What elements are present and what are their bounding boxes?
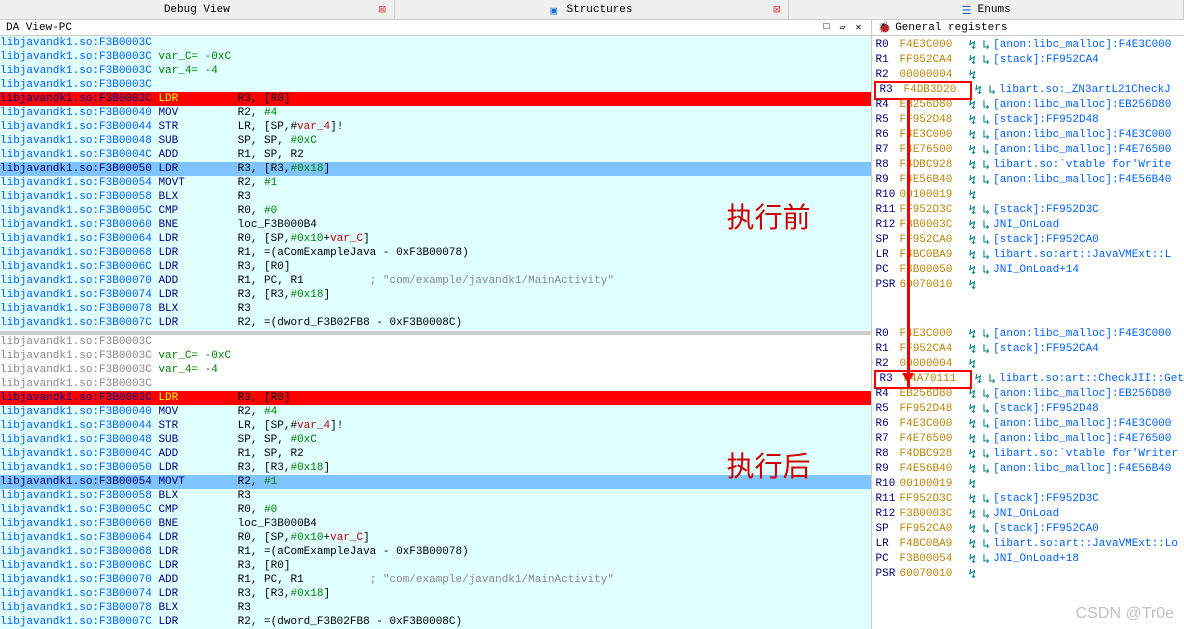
registers-before[interactable]: R0F4E3C000↯↳[anon:libc_malloc]:F4E3C000R… (872, 36, 1184, 295)
close-icon[interactable]: ✕ (853, 22, 865, 34)
structures-icon: ▣ (551, 4, 563, 16)
register-row[interactable]: R5FF952D48↯↳[stack]:FF952D48 (872, 113, 1184, 128)
tab-label: Enums (978, 4, 1011, 16)
registers-title: General registers (895, 22, 1007, 34)
register-row[interactable]: PCF3B00050↯↳JNI_OnLoad+14 (872, 263, 1184, 278)
tab-label: Structures (567, 4, 633, 16)
code-line[interactable]: libjavandk1.so:F3B00060 BNE loc_F3B000B4 (0, 517, 871, 531)
code-line[interactable]: libjavandk1.so:F3B0007C LDR R2, =(dword_… (0, 615, 871, 629)
panel-header: DA View-PC □ ▱ ✕ (0, 20, 871, 36)
code-line[interactable]: libjavandk1.so:F3B0006C LDR R3, [R0] (0, 260, 871, 274)
code-view-after[interactable]: 执行后 libjavandk1.so:F3B0003Clibjavandk1.s… (0, 335, 871, 629)
code-line[interactable]: libjavandk1.so:F3B00070 ADD R1, PC, R1 ;… (0, 573, 871, 587)
code-line[interactable]: libjavandk1.so:F3B00050 LDR R3, [R3,#0x1… (0, 162, 871, 176)
code-line[interactable]: libjavandk1.so:F3B0003C LDR R3, [R0] (0, 92, 871, 106)
register-row[interactable]: R6F4E3C000↯↳[anon:libc_malloc]:F4E3C000 (872, 417, 1184, 432)
code-line[interactable]: libjavandk1.so:F3B0003C (0, 36, 871, 50)
register-row[interactable]: PCF3B00054↯↳JNI_OnLoad+18 (872, 552, 1184, 567)
tab-enums[interactable]: ☰ Enums (789, 0, 1184, 19)
register-row[interactable]: R7F4E76500↯↳[anon:libc_malloc]:F4E76500 (872, 432, 1184, 447)
register-row[interactable]: R0F4E3C000↯↳[anon:libc_malloc]:F4E3C000 (872, 327, 1184, 342)
code-line[interactable]: libjavandk1.so:F3B00040 MOV R2, #4 (0, 106, 871, 120)
register-row[interactable]: R1000100019↯ (872, 188, 1184, 203)
code-line[interactable]: libjavandk1.so:F3B0003C var_4= -4 (0, 363, 871, 377)
code-line[interactable]: libjavandk1.so:F3B0003C var_4= -4 (0, 64, 871, 78)
code-line[interactable]: libjavandk1.so:F3B0006C LDR R3, [R0] (0, 559, 871, 573)
registers-header: 🐞 General registers (872, 20, 1184, 36)
register-row[interactable]: R9F4E56B40↯↳[anon:libc_malloc]:F4E56B40 (872, 173, 1184, 188)
minimize-icon[interactable]: □ (821, 22, 833, 34)
register-row[interactable]: R6F4E3C000↯↳[anon:libc_malloc]:F4E3C000 (872, 128, 1184, 143)
code-line[interactable]: libjavandk1.so:F3B00070 ADD R1, PC, R1 ;… (0, 274, 871, 288)
annotation-after: 执行后 (726, 445, 810, 485)
register-row[interactable]: R9F4E56B40↯↳[anon:libc_malloc]:F4E56B40 (872, 462, 1184, 477)
restore-icon[interactable]: ▱ (837, 22, 849, 34)
code-line[interactable]: libjavandk1.so:F3B0005C CMP R0, #0 (0, 503, 871, 517)
code-line[interactable]: libjavandk1.so:F3B00044 STR LR, [SP,#var… (0, 120, 871, 134)
code-line[interactable]: libjavandk1.so:F3B00054 MOVT R2, #1 (0, 176, 871, 190)
register-row[interactable]: PSR60070010↯ (872, 567, 1184, 582)
code-line[interactable]: libjavandk1.so:F3B00064 LDR R0, [SP,#0x1… (0, 531, 871, 545)
register-row[interactable]: SPFF952CA0↯↳[stack]:FF952CA0 (872, 522, 1184, 537)
code-line[interactable]: libjavandk1.so:F3B0003C LDR R3, [R0] (0, 391, 871, 405)
arrow-annotation (907, 100, 910, 388)
register-row[interactable]: R0F4E3C000↯↳[anon:libc_malloc]:F4E3C000 (872, 38, 1184, 53)
register-row[interactable]: LRF4BC0BA9↯↳libart.so:art::JavaVMExt::L (872, 248, 1184, 263)
register-row[interactable]: R7F4E76500↯↳[anon:libc_malloc]:F4E76500 (872, 143, 1184, 158)
register-row[interactable]: R1FF952CA4↯↳[stack]:FF952CA4 (872, 53, 1184, 68)
code-line[interactable]: libjavandk1.so:F3B00068 LDR R1, =(aComEx… (0, 545, 871, 559)
watermark: CSDN @Tr0e (1076, 605, 1174, 623)
enums-icon: ☰ (962, 4, 974, 16)
tab-label: Debug View (164, 4, 230, 16)
code-line[interactable]: libjavandk1.so:F3B00040 MOV R2, #4 (0, 405, 871, 419)
code-line[interactable]: libjavandk1.so:F3B0007C LDR R2, =(dword_… (0, 316, 871, 330)
tab-debug-view[interactable]: Debug View ⊠ (0, 0, 395, 19)
register-row[interactable]: R3F4A70111↯↳libart.so:art::CheckJII::Get (872, 372, 1184, 387)
code-line[interactable]: libjavandk1.so:F3B0004C ADD R1, SP, R2 (0, 148, 871, 162)
code-line[interactable]: libjavandk1.so:F3B0003C var_C= -0xC (0, 50, 871, 64)
panel-title: DA View-PC (6, 22, 72, 34)
register-row[interactable]: R12F3B0003C↯↳JNI_OnLoad (872, 507, 1184, 522)
register-row[interactable]: R1FF952CA4↯↳[stack]:FF952CA4 (872, 342, 1184, 357)
code-line[interactable]: libjavandk1.so:F3B0003C (0, 377, 871, 391)
register-row[interactable]: R1000100019↯ (872, 477, 1184, 492)
register-row[interactable]: R8F4DBC928↯↳libart.so:`vtable for'Writer (872, 447, 1184, 462)
code-line[interactable]: libjavandk1.so:F3B00044 STR LR, [SP,#var… (0, 419, 871, 433)
register-row[interactable]: R4EB256D80↯↳[anon:libc_malloc]:EB256D80 (872, 98, 1184, 113)
code-line[interactable]: libjavandk1.so:F3B0003C (0, 335, 871, 349)
register-row[interactable]: R11FF952D3C↯↳[stack]:FF952D3C (872, 203, 1184, 218)
register-row[interactable]: LRF4BC0BA9↯↳libart.so:art::JavaVMExt::Lo (872, 537, 1184, 552)
code-line[interactable]: libjavandk1.so:F3B00078 BLX R3 (0, 302, 871, 316)
registers-after[interactable]: R0F4E3C000↯↳[anon:libc_malloc]:F4E3C000R… (872, 325, 1184, 584)
registers-panel: 🐞 General registers R0F4E3C000↯↳[anon:li… (872, 20, 1184, 629)
code-line[interactable]: libjavandk1.so:F3B00074 LDR R3, [R3,#0x1… (0, 587, 871, 601)
register-row[interactable]: R4EB256D80↯↳[anon:libc_malloc]:EB256D80 (872, 387, 1184, 402)
close-icon[interactable]: ⊠ (378, 2, 385, 17)
close-icon[interactable]: ⊠ (773, 2, 780, 17)
code-line[interactable]: libjavandk1.so:F3B00068 LDR R1, =(aComEx… (0, 246, 871, 260)
code-line[interactable]: libjavandk1.so:F3B00048 SUB SP, SP, #0xC (0, 134, 871, 148)
register-row[interactable]: R5FF952D48↯↳[stack]:FF952D48 (872, 402, 1184, 417)
register-row[interactable]: R8F4DBC928↯↳libart.so:`vtable for'Write (872, 158, 1184, 173)
register-row[interactable]: SPFF952CA0↯↳[stack]:FF952CA0 (872, 233, 1184, 248)
code-line[interactable]: libjavandk1.so:F3B00074 LDR R3, [R3,#0x1… (0, 288, 871, 302)
code-line[interactable]: libjavandk1.so:F3B0003C (0, 78, 871, 92)
bug-icon: 🐞 (878, 21, 892, 35)
code-view-before[interactable]: 执行前 libjavandk1.so:F3B0003Clibjavandk1.s… (0, 36, 871, 331)
tab-structures[interactable]: ▣ Structures ⊠ (395, 0, 790, 19)
register-row[interactable]: R3F4DB3D20↯↳libart.so:_ZN3artL21CheckJ (872, 83, 1184, 98)
register-row[interactable]: R11FF952D3C↯↳[stack]:FF952D3C (872, 492, 1184, 507)
top-tabs: Debug View ⊠ ▣ Structures ⊠ ☰ Enums (0, 0, 1184, 20)
register-row[interactable]: PSR60070010↯ (872, 278, 1184, 293)
disassembly-panel: DA View-PC □ ▱ ✕ 执行前 libjavandk1.so:F3B0… (0, 20, 872, 629)
code-line[interactable]: libjavandk1.so:F3B0003C var_C= -0xC (0, 349, 871, 363)
code-line[interactable]: libjavandk1.so:F3B00078 BLX R3 (0, 601, 871, 615)
annotation-before: 执行前 (726, 196, 810, 236)
register-row[interactable]: R12F3B0003C↯↳JNI_OnLoad (872, 218, 1184, 233)
code-line[interactable]: libjavandk1.so:F3B00058 BLX R3 (0, 489, 871, 503)
